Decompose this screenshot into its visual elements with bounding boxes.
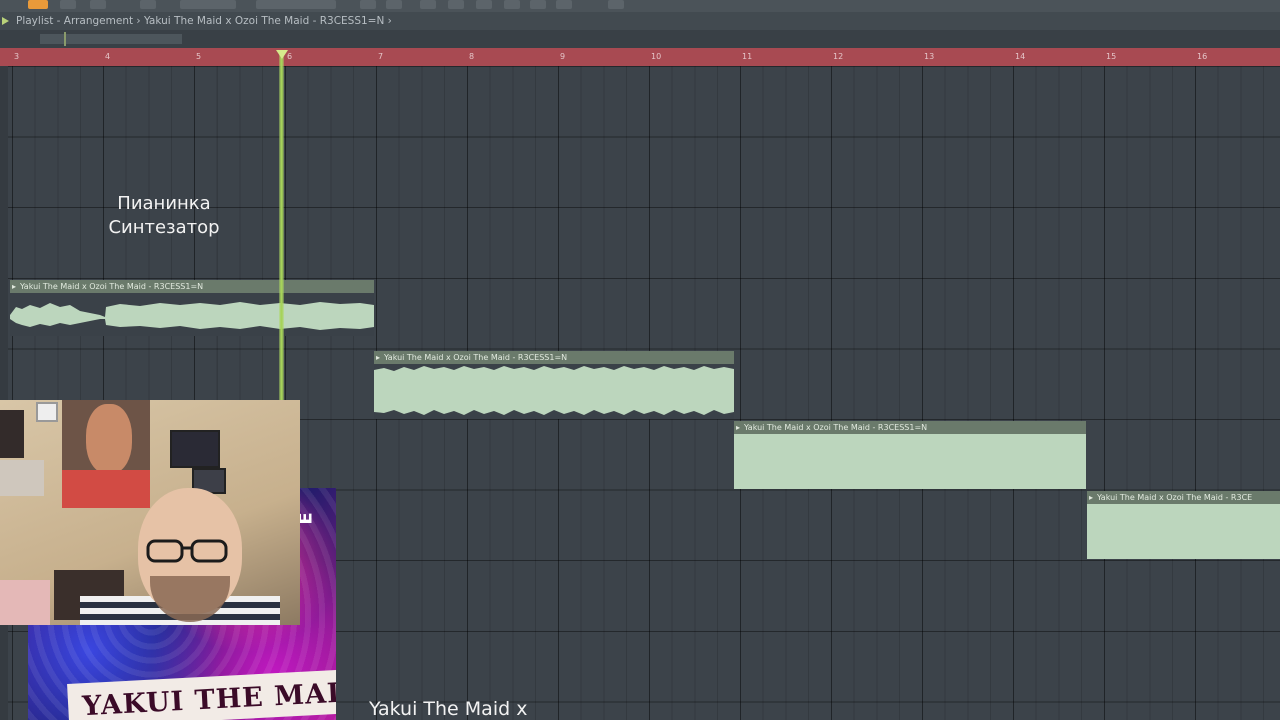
clip-header[interactable]: ▸ Yakui The Maid x Ozoi The Maid - R3CE <box>1087 491 1280 504</box>
bar-number: 14 <box>1015 52 1026 61</box>
timeline-ruler[interactable]: 3 4 5 6 7 8 9 10 11 12 13 14 15 16 <box>0 48 1280 68</box>
painting-shirt <box>62 470 150 508</box>
toolbar-button[interactable] <box>504 0 520 9</box>
toolbar-button[interactable] <box>386 0 402 9</box>
pattern-selector[interactable] <box>256 0 336 9</box>
overview-scrollbar[interactable] <box>0 30 1280 48</box>
bar-number: 9 <box>560 52 566 61</box>
video-overlay-label: Пианинка Синтезатор <box>100 192 228 240</box>
clip-menu-icon[interactable]: ▸ <box>736 421 740 434</box>
clip-label: Yakui The Maid x Ozoi The Maid - R3CE <box>1097 493 1253 502</box>
toolbar-button[interactable] <box>360 0 376 9</box>
toolbar-button[interactable] <box>448 0 464 9</box>
toolbar-button[interactable] <box>60 0 76 9</box>
clip-waveform <box>374 364 734 419</box>
video-caption: Yakui The Maid x <box>369 698 528 720</box>
audio-clip[interactable]: ▸ Yakui The Maid x Ozoi The Maid - R3CESS… <box>734 421 1086 489</box>
clip-label: Yakui The Maid x Ozoi The Maid - R3CESS1… <box>20 282 204 291</box>
clip-waveform <box>734 434 1086 489</box>
clip-header[interactable]: ▸ Yakui The Maid x Ozoi The Maid - R3CESS… <box>10 280 374 293</box>
play-arrow-icon[interactable] <box>2 17 9 25</box>
overview-thumb[interactable] <box>40 34 182 44</box>
painting-face <box>86 404 132 474</box>
glasses-icon <box>146 539 228 563</box>
toolbar-button[interactable] <box>608 0 624 9</box>
bar-number: 16 <box>1197 52 1208 61</box>
clip-menu-icon[interactable]: ▸ <box>1089 491 1093 504</box>
toolbar-button[interactable] <box>556 0 572 9</box>
bar-number: 12 <box>833 52 844 61</box>
bar-number: 11 <box>742 52 753 61</box>
clip-header[interactable]: ▸ Yakui The Maid x Ozoi The Maid - R3CESS… <box>374 351 734 364</box>
clip-menu-icon[interactable]: ▸ <box>376 351 380 364</box>
clip-label: Yakui The Maid x Ozoi The Maid - R3CESS1… <box>744 423 928 432</box>
bar-number: 4 <box>105 52 111 61</box>
overlay-line-2: Синтезатор <box>108 217 220 238</box>
wall-frame <box>170 430 220 468</box>
clip-header[interactable]: ▸ Yakui The Maid x Ozoi The Maid - R3CESS… <box>734 421 1086 434</box>
toolbar-button[interactable] <box>90 0 106 9</box>
record-button[interactable] <box>28 0 48 9</box>
clip-waveform <box>10 293 374 336</box>
bar-number: 7 <box>378 52 384 61</box>
bar-number: 8 <box>469 52 475 61</box>
bar-number: 15 <box>1106 52 1117 61</box>
toolbar-button[interactable] <box>530 0 546 9</box>
audio-clip[interactable]: ▸ Yakui The Maid x Ozoi The Maid - R3CESS… <box>10 280 374 336</box>
bar-number: 10 <box>651 52 662 61</box>
playlist-titlebar: Playlist - Arrangement › Yakui The Maid … <box>0 12 1280 30</box>
tempo-display[interactable] <box>180 0 236 9</box>
wall-frame <box>36 402 58 422</box>
audio-clip[interactable]: ▸ Yakui The Maid x Ozoi The Maid - R3CE <box>1087 491 1280 559</box>
toolbar-button[interactable] <box>420 0 436 9</box>
clip-menu-icon[interactable]: ▸ <box>12 280 16 293</box>
overlay-line-1: Пианинка <box>117 193 211 214</box>
bar-number: 5 <box>196 52 202 61</box>
toolbar-button[interactable] <box>140 0 156 9</box>
clip-label: Yakui The Maid x Ozoi The Maid - R3CESS1… <box>384 353 568 362</box>
couch <box>0 580 50 625</box>
bar-number: 3 <box>14 52 20 61</box>
toolbar-button[interactable] <box>476 0 492 9</box>
breadcrumb[interactable]: Playlist - Arrangement › Yakui The Maid … <box>16 12 392 30</box>
webcam-feed <box>0 400 300 625</box>
playhead-marker-icon[interactable] <box>276 50 288 59</box>
audio-clip[interactable]: ▸ Yakui The Maid x Ozoi The Maid - R3CESS… <box>374 351 734 419</box>
bar-number: 13 <box>924 52 935 61</box>
playhead-line[interactable] <box>279 52 284 400</box>
wall-frame <box>0 410 24 458</box>
clip-waveform <box>1087 504 1280 559</box>
wall-poster <box>0 460 44 496</box>
overview-playhead <box>64 32 66 46</box>
